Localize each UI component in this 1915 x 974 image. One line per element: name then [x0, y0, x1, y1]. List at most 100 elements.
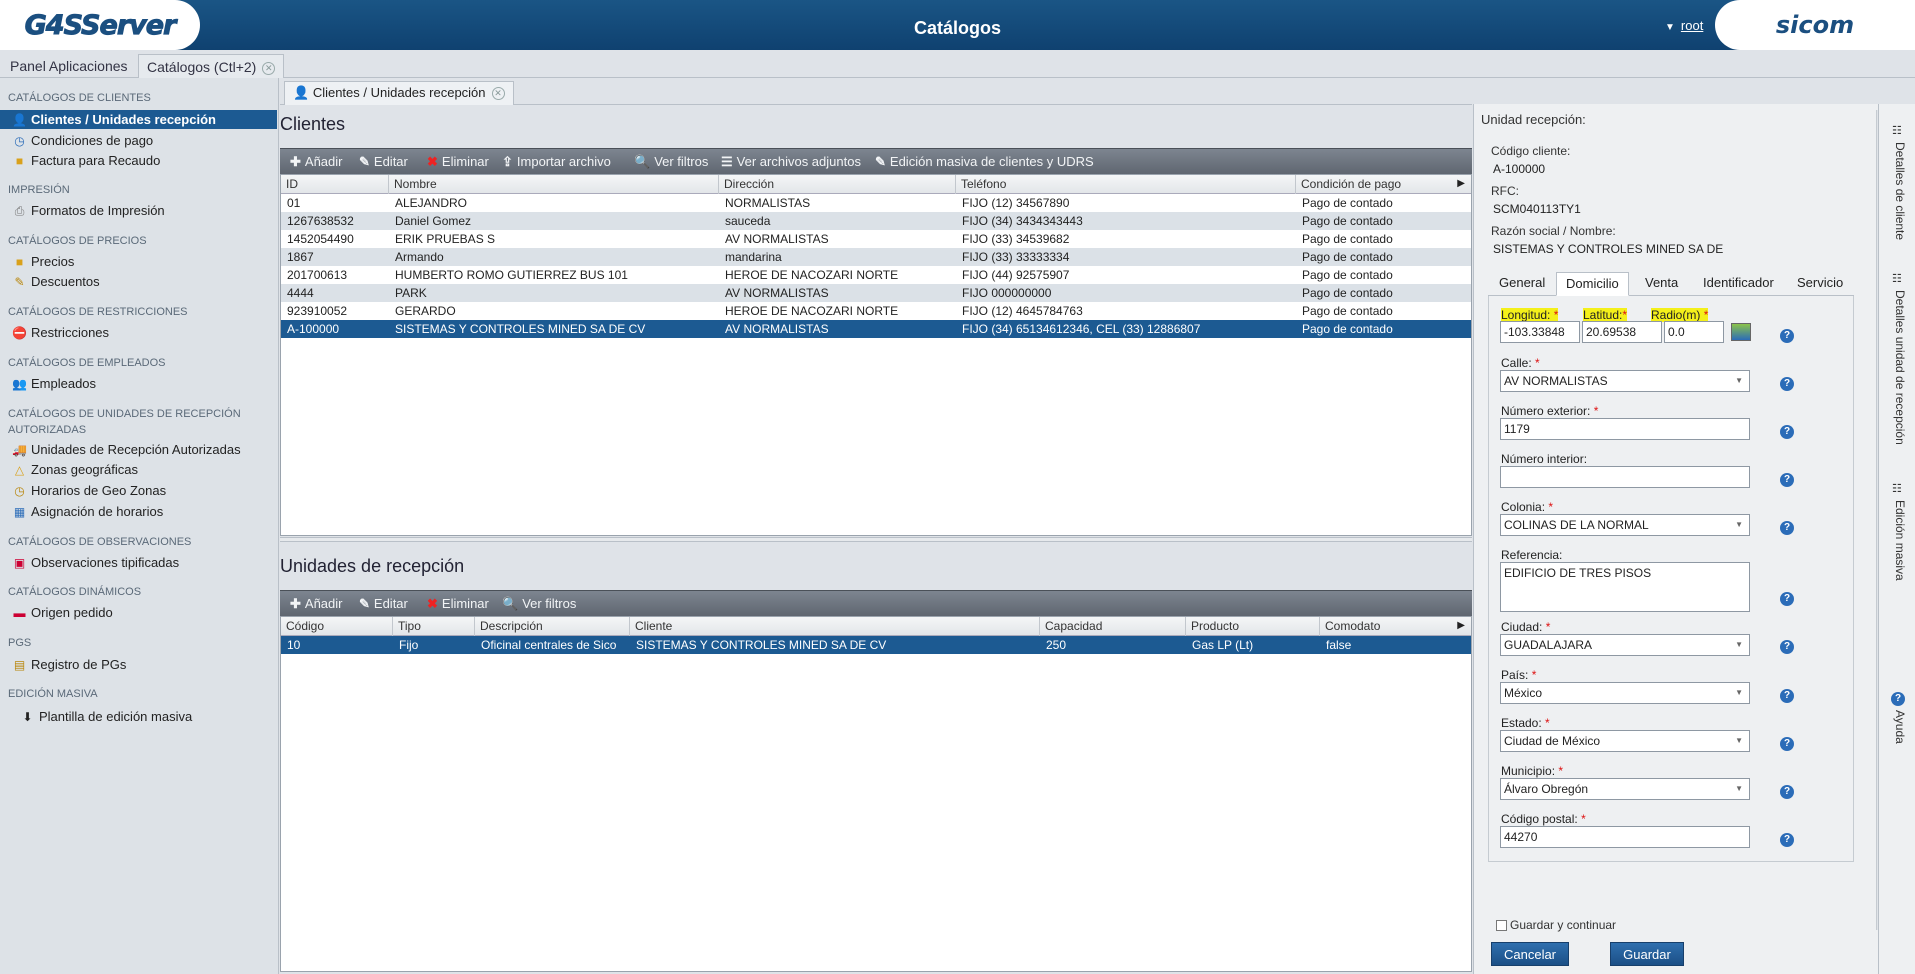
close-icon[interactable]: ✕: [262, 61, 276, 75]
radio-label: Radio(m) *: [1651, 308, 1709, 322]
tab-servicio[interactable]: Servicio: [1788, 272, 1852, 296]
radio-input[interactable]: 0.0: [1664, 321, 1724, 343]
sidebar-item-clientes[interactable]: 👤 Clientes / Unidades recepción: [0, 110, 277, 129]
close-icon[interactable]: ✕: [491, 87, 505, 101]
import-button[interactable]: ⇪ Importar archivo: [502, 154, 611, 170]
tab-edicion-masiva[interactable]: Edición masiva: [1893, 500, 1907, 581]
tab-general[interactable]: General: [1490, 272, 1554, 296]
table-row[interactable]: 1867 Armando mandarina FIJO (33) 33333334 Pa…: [281, 248, 1471, 266]
add-button[interactable]: ✚ Añadir: [290, 154, 342, 170]
column-header[interactable]: Cliente: [630, 617, 1040, 636]
help-icon[interactable]: ?: [1780, 737, 1794, 751]
column-header[interactable]: Descripción: [475, 617, 630, 636]
table-cell: FIJO 000000000: [962, 286, 1052, 300]
estado-select[interactable]: Ciudad de México: [1500, 730, 1750, 752]
table-cell: SISTEMAS Y CONTROLES MINED SA DE CV: [636, 638, 887, 652]
attachments-button[interactable]: ☰ Ver archivos adjuntos: [721, 154, 861, 170]
sidebar-item-plantilla[interactable]: ⬇ Plantilla de edición masiva: [20, 707, 285, 726]
upload-icon: ⇪: [502, 154, 513, 169]
sidebar-item-registro-pgs[interactable]: ▤ Registro de PGs: [12, 655, 277, 674]
num-int-input[interactable]: [1500, 466, 1750, 488]
colonia-select[interactable]: COLINAS DE LA NORMAL: [1500, 514, 1750, 536]
sidebar-item-descuentos[interactable]: ✎ Descuentos: [12, 272, 277, 291]
column-header[interactable]: Capacidad: [1040, 617, 1186, 636]
table-row[interactable]: 4444 PARK AV NORMALISTAS FIJO 000000000 Pago…: [281, 284, 1471, 302]
table-row[interactable]: 01 ALEJANDRO NORMALISTAS FIJO (12) 34567890…: [281, 194, 1471, 212]
column-header[interactable]: Comodato: [1320, 617, 1473, 636]
sidebar-item-condiciones[interactable]: ◷ Condiciones de pago: [12, 131, 277, 150]
map-icon[interactable]: [1731, 323, 1751, 341]
add-button[interactable]: ✚ Añadir: [290, 596, 342, 612]
cancel-button[interactable]: Cancelar: [1491, 942, 1569, 966]
user-menu[interactable]: ▼ root: [1665, 18, 1703, 33]
tab-detalles-unidad[interactable]: Detalles unidad de recepción: [1893, 290, 1907, 445]
municipio-select[interactable]: Álvaro Obregón: [1500, 778, 1750, 800]
latitud-input[interactable]: 20.69538: [1582, 321, 1662, 343]
sidebar-item-precios[interactable]: ■ Precios: [12, 252, 277, 271]
save-button[interactable]: Guardar: [1610, 942, 1684, 966]
help-icon[interactable]: ?: [1780, 833, 1794, 847]
guardar-continuar-checkbox[interactable]: [1496, 920, 1507, 932]
tab-identificador[interactable]: Identificador: [1694, 272, 1783, 296]
ciudad-select[interactable]: GUADALAJARA: [1500, 634, 1750, 656]
help-icon[interactable]: ?: [1780, 785, 1794, 799]
column-header[interactable]: Dirección: [719, 175, 956, 194]
calle-select[interactable]: AV NORMALISTAS: [1500, 370, 1750, 392]
column-header[interactable]: Teléfono: [956, 175, 1296, 194]
table-row[interactable]: 1267638532 Daniel Gomez sauceda FIJO (34) 3…: [281, 212, 1471, 230]
tab-domicilio[interactable]: Domicilio: [1556, 272, 1629, 296]
pais-select[interactable]: México: [1500, 682, 1750, 704]
table-row[interactable]: 201700613 HUMBERTO ROMO GUTIERREZ BUS 101…: [281, 266, 1471, 284]
scroll-right-icon[interactable]: ▶: [1457, 178, 1465, 189]
column-header[interactable]: Producto: [1186, 617, 1320, 636]
help-icon[interactable]: ?: [1780, 689, 1794, 703]
sidebar-item-asignacion[interactable]: ▦ Asignación de horarios: [12, 502, 277, 521]
codigo-label: Código cliente:: [1491, 144, 1571, 158]
table-row[interactable]: 10 Fijo Oficinal centrales de Sico SISTEMAS…: [281, 636, 1471, 654]
folder-icon: ■: [15, 154, 24, 168]
sidebar-item-observaciones[interactable]: ▣ Observaciones tipificadas: [12, 553, 277, 572]
filters-button[interactable]: 🔍 Ver filtros: [502, 596, 576, 612]
column-header[interactable]: Código: [281, 617, 393, 636]
bulk-edit-button[interactable]: ✎ Edición masiva de clientes y UDRS: [875, 154, 1094, 170]
sidebar-item-unidades-autorizadas[interactable]: 🚚 Unidades de Recepción Autorizadas: [12, 440, 277, 459]
help-icon[interactable]: ?: [1780, 473, 1794, 487]
column-header[interactable]: Tipo: [393, 617, 475, 636]
help-icon[interactable]: ?: [1780, 377, 1794, 391]
tab-venta[interactable]: Venta: [1636, 272, 1687, 296]
delete-button[interactable]: ✖ Eliminar: [427, 154, 489, 170]
help-icon[interactable]: ?: [1780, 329, 1794, 343]
edit-button[interactable]: ✎ Editar: [359, 154, 408, 170]
sidebar-item-factura[interactable]: ■ Factura para Recaudo: [12, 151, 277, 170]
referencia-textarea[interactable]: EDIFICIO DE TRES PISOS: [1500, 562, 1750, 612]
help-icon[interactable]: ?: [1780, 640, 1794, 654]
filters-button[interactable]: 🔍 Ver filtros: [634, 154, 708, 170]
table-row[interactable]: 1452054490 ERIK PRUEBAS S AV NORMALISTAS FI…: [281, 230, 1471, 248]
sidebar-item-formatos[interactable]: ⎙ Formatos de Impresión: [12, 201, 277, 220]
delete-button[interactable]: ✖ Eliminar: [427, 596, 489, 612]
tab-panel-aplicaciones[interactable]: Panel Aplicaciones: [2, 54, 136, 78]
sidebar-item-zonas[interactable]: △ Zonas geográficas: [12, 460, 277, 479]
sidebar-item-origen[interactable]: ▬ Origen pedido: [12, 603, 277, 622]
tab-clientes-unidades[interactable]: 👤 Clientes / Unidades recepción ✕: [284, 81, 514, 105]
tab-detalles-cliente[interactable]: Detalles de cliente: [1893, 142, 1907, 240]
sidebar-item-horarios-geo[interactable]: ◷ Horarios de Geo Zonas: [12, 481, 277, 500]
tab-ayuda[interactable]: Ayuda: [1893, 710, 1907, 744]
column-header[interactable]: Nombre: [389, 175, 719, 194]
column-header[interactable]: ID: [281, 175, 389, 194]
help-icon[interactable]: ?: [1780, 425, 1794, 439]
panel-splitter[interactable]: [280, 537, 1472, 542]
num-ext-input[interactable]: 1179: [1500, 418, 1750, 440]
sidebar-item-empleados[interactable]: 👥 Empleados: [12, 374, 277, 393]
sidebar-item-restricciones[interactable]: ⛔ Restricciones: [12, 323, 277, 342]
scroll-right-icon[interactable]: ▶: [1457, 620, 1465, 631]
table-row[interactable]: A-100000 SISTEMAS Y CONTROLES MINED SA DE…: [281, 320, 1471, 338]
column-header[interactable]: Condición de pago: [1296, 175, 1473, 194]
table-row[interactable]: 923910052 GERARDO HEROE DE NACOZARI NORTE F…: [281, 302, 1471, 320]
help-icon[interactable]: ?: [1780, 521, 1794, 535]
help-icon[interactable]: ?: [1780, 592, 1794, 606]
longitud-input[interactable]: -103.33848: [1500, 321, 1580, 343]
cp-input[interactable]: 44270: [1500, 826, 1750, 848]
edit-button[interactable]: ✎ Editar: [359, 596, 408, 612]
tab-catalogos[interactable]: Catálogos (Ctl+2) ✕: [138, 54, 285, 78]
